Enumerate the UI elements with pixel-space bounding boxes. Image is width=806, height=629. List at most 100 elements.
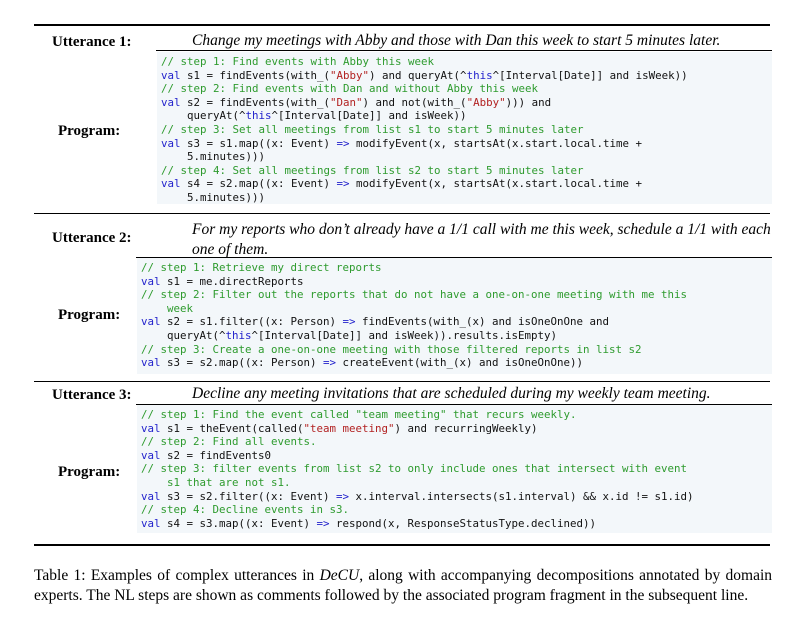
code-line: val s4 = s2.map((x: Event) => modifyEven…: [161, 177, 772, 191]
code-line: val s4 = s3.map((x: Event) => respond(x,…: [141, 517, 772, 531]
code-line: // step 3: Create a one-on-one meeting w…: [141, 343, 772, 357]
code-token: // step 1: Find the event called "team m…: [141, 408, 577, 421]
program-label: Program:: [58, 464, 121, 480]
code-token: =>: [323, 356, 337, 370]
code-token: val: [141, 356, 168, 370]
code-line: queryAt(^this^[Interval[Date]] and isWee…: [161, 109, 772, 123]
code-token: val: [161, 177, 188, 191]
program-label: Program:: [58, 123, 121, 139]
code-token: this: [225, 328, 252, 342]
code-token: ^[Interval[Date]] and isWeek)): [492, 68, 688, 82]
code-line: // step 2: Find all events.: [141, 435, 772, 449]
code-token: // step 2: Find all events.: [141, 435, 317, 449]
code-token: // step 3: Set all meetings from list s1…: [161, 122, 584, 136]
code-token: =>: [342, 315, 356, 329]
code-line: s1 that are not s1.: [141, 476, 772, 490]
code-token: ) and not(with_(: [362, 95, 467, 109]
code-line: val s3 = s2.map((x: Person) => createEve…: [141, 356, 772, 370]
code-line: val s1 = me.directReports: [141, 275, 772, 289]
code-line: // step 1: Find the event called "team m…: [141, 408, 772, 422]
code-token: s3 = s1.map((x: Event): [187, 136, 337, 150]
code-token: ) and queryAt(^: [369, 68, 467, 82]
code-token: // step 3: Create a one-on-one meeting w…: [141, 342, 642, 356]
code-token: val: [161, 136, 188, 150]
caption-system-name: DeCU: [319, 567, 360, 584]
code-token: // step 2: Find events with Dan and with…: [161, 82, 539, 96]
code-token: ))) and: [505, 95, 552, 109]
code-line: val s1 = theEvent(called("team meeting")…: [141, 422, 772, 436]
table-caption: Table 1: Examples of complex utterances …: [34, 566, 772, 606]
code-token: respond(x, ResponseStatusType.declined)): [329, 516, 597, 530]
utterance-label: Utterance 3:: [52, 387, 132, 403]
code-line: 5.minutes))): [161, 150, 772, 164]
code-token: "team meeting": [303, 421, 395, 435]
program-label: Program:: [58, 307, 121, 323]
code-line: val s2 = findEvents(with_("Dan") and not…: [161, 96, 772, 110]
code-line: val s3 = s1.map((x: Event) => modifyEven…: [161, 137, 772, 151]
code-token: val: [141, 516, 168, 530]
utterance-text: Change my meetings with Abby and those w…: [192, 32, 721, 49]
code-block: // step 1: Find the event called "team m…: [137, 405, 772, 533]
utterance-underline: [156, 50, 772, 51]
code-token: s2 = findEvents(with_(: [187, 95, 331, 109]
code-token: modifyEvent(x, startsAt(x.start.local.ti…: [349, 177, 643, 191]
table-top-rule: [34, 24, 770, 26]
code-line: // step 2: Find events with Dan and with…: [161, 82, 772, 96]
code-token: createEvent(with_(x) and isOneOnOne)): [336, 356, 584, 370]
code-token: ^[Interval[Date]] and isWeek)).results.i…: [251, 328, 558, 342]
code-block: // step 1: Retrieve my direct reports val…: [137, 258, 772, 374]
code-token: s4 = s3.map((x: Event): [167, 516, 317, 530]
code-token: queryAt(^: [161, 109, 246, 123]
code-token: // step 1: Retrieve my direct reports: [141, 261, 382, 274]
code-token: val: [141, 315, 168, 329]
row-divider-1: [34, 213, 770, 214]
utterance-text: For my reports who don’t already have a …: [192, 221, 771, 258]
code-token: "Abby": [330, 68, 370, 82]
code-line: 5.minutes))): [161, 191, 772, 205]
code-token: // step 4: Decline events in s3.: [141, 503, 350, 517]
code-token: // step 1: Find events with Abby this we…: [161, 55, 435, 68]
row-divider-2: [34, 381, 770, 382]
code-token: s1 = findEvents(with_(: [187, 68, 331, 82]
code-token: this: [466, 68, 493, 82]
code-token: s3 = s2.map((x: Person): [167, 356, 324, 370]
code-line: // step 4: Decline events in s3.: [141, 503, 772, 517]
code-token: modifyEvent(x, startsAt(x.start.local.ti…: [349, 136, 643, 150]
code-token: // step 3: filter events from list s2 to…: [141, 462, 688, 476]
code-token: s1 = theEvent(called(: [167, 421, 304, 435]
code-line: // step 1: Retrieve my direct reports: [141, 261, 772, 275]
code-token: s1 that are not s1.: [141, 475, 291, 489]
code-line: // step 2: Filter out the reports that d…: [141, 288, 772, 302]
code-token: =>: [336, 136, 350, 150]
code-token: s2 = findEvents0: [167, 448, 272, 462]
code-token: 5.minutes))): [161, 150, 266, 164]
code-line: queryAt(^this^[Interval[Date]] and isWee…: [141, 329, 772, 343]
table-bottom-rule: [34, 544, 770, 546]
utterance-text: Decline any meeting invitations that are…: [192, 385, 711, 402]
code-token: "Dan": [330, 95, 363, 109]
code-token: =>: [336, 177, 350, 191]
code-line: // step 3: Set all meetings from list s1…: [161, 123, 772, 137]
code-token: s4 = s2.map((x: Event): [187, 177, 337, 191]
code-token: s2 = s1.filter((x: Person): [167, 315, 343, 329]
code-line: // step 4: Set all meetings from list s2…: [161, 164, 772, 178]
code-token: val: [141, 489, 168, 503]
code-token: s1 = me.directReports: [167, 274, 304, 288]
code-token: val: [141, 421, 168, 435]
code-token: week: [141, 301, 194, 315]
code-line: week: [141, 302, 772, 316]
code-line: val s3 = s2.filter((x: Event) => x.inter…: [141, 490, 772, 504]
code-line: val s1 = findEvents(with_("Abby") and qu…: [161, 69, 772, 83]
caption-prefix: Table 1: Examples of complex utterances …: [34, 567, 320, 584]
code-token: val: [161, 68, 188, 82]
code-line: // step 1: Find events with Abby this we…: [161, 55, 772, 69]
code-token: // step 2: Filter out the reports that d…: [141, 288, 688, 302]
code-token: 5.minutes))): [161, 190, 266, 204]
utterance-label: Utterance 1:: [52, 34, 132, 50]
code-token: val: [161, 95, 188, 109]
code-block: // step 1: Find events with Abby this we…: [157, 52, 772, 204]
code-token: ^[Interval[Date]] and isWeek)): [271, 109, 467, 123]
code-token: =>: [336, 489, 350, 503]
code-line: val s2 = findEvents0: [141, 449, 772, 463]
code-token: s3 = s2.filter((x: Event): [167, 489, 337, 503]
